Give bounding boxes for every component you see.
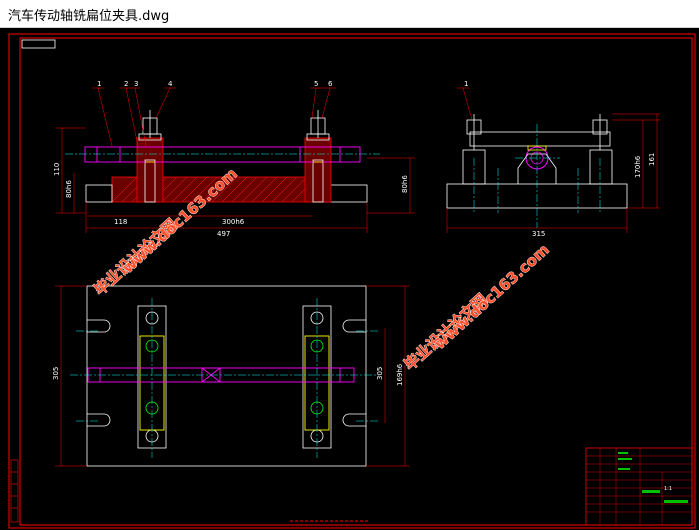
side-center-lines: [473, 124, 601, 228]
dim-side-height-b: 161: [648, 153, 656, 166]
front-balloons: 1 2 3 4 5 6: [97, 80, 333, 88]
dim-height-left: 110: [53, 163, 61, 176]
watermark-right: 毕业设计论文网 www.doc163.com: [400, 240, 553, 374]
side-dimensions: [446, 87, 660, 233]
front-left-support: [136, 137, 164, 203]
side-balloon-1: 1: [464, 80, 468, 88]
front-dimensions: [56, 87, 415, 233]
cad-drawing[interactable]: 1 2 3 4 5 6 110 80h6 118 300h6 497 80h6: [0, 28, 699, 530]
dim-height-right: 80h6: [401, 175, 409, 193]
top-base-plate: [86, 285, 367, 467]
dim-offset-bottom: 118: [114, 218, 127, 226]
top-yellow-parts: [139, 335, 330, 431]
dim-span-bottom: 300h6: [222, 218, 245, 226]
balloon-1: 1: [97, 80, 101, 88]
title-block-green-cells: [618, 452, 688, 503]
balloon-2: 2: [124, 80, 128, 88]
top-clamps: [137, 305, 332, 449]
front-right-support: [304, 137, 332, 203]
dim-side-height-a: 170h6: [634, 155, 642, 178]
title-block-scale: 1:1: [664, 486, 672, 492]
side-view[interactable]: 1 170h6 161 315: [446, 80, 660, 238]
top-view[interactable]: 305 305 169h6: [52, 285, 410, 467]
dim-side-width: 315: [532, 230, 545, 238]
dim-top-height-right-a: 305: [376, 367, 384, 380]
balloon-4: 4: [168, 80, 173, 88]
front-view[interactable]: 1 2 3 4 5 6 110 80h6 118 300h6 497 80h6: [53, 80, 415, 238]
title-block-grid: [586, 448, 692, 525]
front-left-foot: [85, 184, 113, 203]
drawing-canvas[interactable]: 1 2 3 4 5 6 110 80h6 118 300h6 497 80h6: [0, 28, 699, 530]
side-stamp: [10, 459, 19, 523]
dim-top-height-right-b: 169h6: [396, 363, 404, 386]
top-green-circles: [145, 339, 324, 415]
title-block[interactable]: 1:1: [585, 447, 693, 526]
balloon-3: 3: [134, 80, 138, 88]
side-supports: [462, 114, 613, 185]
dim-overall-width: 497: [217, 230, 230, 238]
window-titlebar: 汽车传动轴铣扁位夹具.dwg: [0, 0, 699, 28]
watermark-right-url: www.doc163.com: [431, 241, 553, 353]
window-title: 汽车传动轴铣扁位夹具.dwg: [8, 9, 170, 24]
balloon-5: 5: [314, 80, 318, 88]
dim-height-sub: 80h6: [65, 180, 73, 198]
top-left-label-box: [21, 39, 56, 49]
balloon-6: 6: [328, 80, 333, 88]
title-block-frame: [585, 447, 693, 526]
top-dimensions: [55, 285, 410, 467]
top-center-lines: [70, 298, 380, 458]
dim-top-height-left: 305: [52, 367, 60, 380]
